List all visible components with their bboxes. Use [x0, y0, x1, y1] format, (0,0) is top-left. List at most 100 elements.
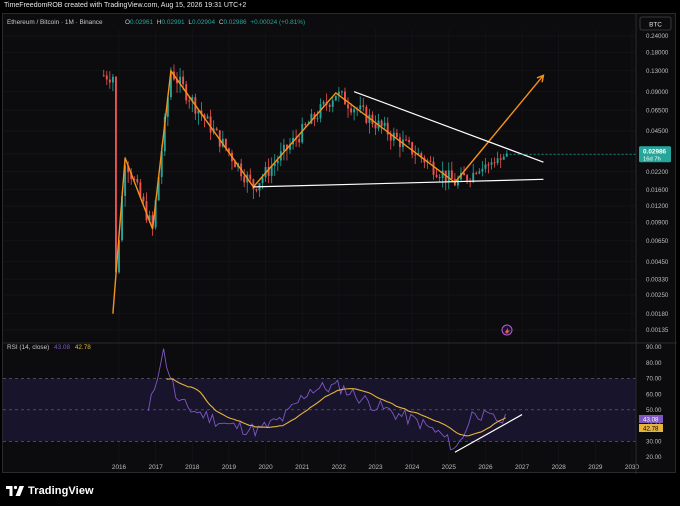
time-tick-label: 2029 [588, 464, 603, 471]
candle-body [298, 139, 301, 143]
candle-body [215, 128, 218, 131]
candle-body [331, 100, 334, 107]
header-attribution: TimeFreedomROB created with TradingView.… [4, 2, 247, 9]
symbol-name: Ethereum / Bitcoin · 1M · Binance [7, 19, 103, 26]
chart-canvas[interactable]: 0.24000 0.18000 0.13000 0.09000 0.06500 0.045… [3, 14, 677, 474]
candle-body [438, 177, 441, 179]
currency-button[interactable]: BTC [639, 16, 672, 31]
high-value: 0.02991 [162, 19, 186, 26]
price-tick-label: 0.06500 [646, 107, 669, 114]
time-tick-label: 2018 [185, 464, 200, 471]
price-tick-label: 0.01200 [646, 203, 669, 210]
tradingview-logo-icon [6, 485, 24, 496]
candle-body [304, 123, 307, 126]
candle-body [282, 144, 285, 152]
candle-body [493, 162, 496, 164]
candle-body [301, 123, 304, 143]
time-tick-label: 2016 [112, 464, 127, 471]
candle-body [359, 105, 362, 110]
candle-body [344, 91, 346, 105]
price-tick-label: 0.00900 [646, 220, 669, 227]
time-tick-label: 2023 [368, 464, 383, 471]
chart-panel[interactable]: 0.24000 0.18000 0.13000 0.09000 0.06500 0.045… [2, 13, 677, 474]
rsi-tag: 43.08 [643, 417, 659, 424]
candle-body [322, 101, 325, 105]
price-tick-label: 0.02200 [646, 169, 669, 176]
candle-body [243, 176, 246, 183]
candle-body [414, 154, 417, 156]
candle-body [114, 76, 117, 273]
candle-body [362, 105, 365, 107]
candle-body [316, 118, 319, 120]
candle-body [481, 168, 484, 172]
time-tick-label: 2025 [442, 464, 457, 471]
candle-body [429, 160, 432, 162]
candle-body [432, 161, 435, 175]
time-tick-label: 2020 [258, 464, 273, 471]
change-value: +0.00024 (+0.81%) [250, 19, 305, 26]
candle-body [102, 75, 105, 77]
time-tick-label: 2028 [552, 464, 567, 471]
chart-screenshot: TimeFreedomROB created with TradingView.… [0, 0, 680, 506]
time-tick-label: 2022 [332, 464, 347, 471]
rsi-tick-label: 90.00 [646, 344, 662, 351]
rsi-value: 43.08 [54, 344, 70, 351]
rsi-ma-tag: 42.78 [643, 426, 659, 433]
candle-body [261, 177, 264, 184]
rsi-tick-label: 70.00 [646, 376, 662, 383]
rsi-tick-label: 20.00 [646, 454, 662, 461]
price-tick-label: 0.09000 [646, 89, 669, 96]
price-tick-label: 0.00650 [646, 238, 669, 245]
candle-body [484, 164, 487, 169]
rsi-tick-label: 50.00 [646, 407, 662, 414]
price-tick-label: 0.00250 [646, 292, 669, 299]
candle-body [411, 142, 414, 155]
rsi-label: RSI (14, close) [7, 344, 49, 351]
price-tick-label: 0.24000 [646, 33, 669, 40]
candle-body [405, 139, 407, 141]
rsi-tick-label: 80.00 [646, 360, 662, 367]
candle-body [395, 132, 398, 138]
candle-body [142, 196, 145, 202]
candle-body [487, 164, 490, 166]
price-tick-label: 0.00330 [646, 276, 669, 283]
candle-body [499, 158, 502, 160]
candle-body [478, 171, 481, 174]
price-tick-label: 0.00180 [646, 311, 669, 318]
candle-body [111, 76, 114, 83]
drawings [112, 68, 636, 314]
time-tick-label: 2027 [515, 464, 530, 471]
current-price: 0.02986 [643, 148, 667, 155]
swing-path-line [112, 68, 544, 314]
candle-body [435, 174, 438, 178]
rsi-tick-label: 60.00 [646, 391, 662, 398]
price-tick-label: 0.13000 [646, 68, 669, 75]
candle-body [334, 95, 337, 101]
close-value: 0.02986 [223, 19, 247, 26]
svg-text:O0.02961 H0.02991: O0.02961 H0.02991 L0.02904 C0.02986 +0.0… [125, 19, 305, 26]
rsi-tick-label: 30.00 [646, 438, 662, 445]
price-tick-label: 0.00450 [646, 259, 669, 266]
price-tick-label: 0.18000 [646, 50, 669, 57]
candle-body [136, 178, 139, 183]
footer: TradingView [6, 484, 94, 498]
candle-body [105, 75, 108, 80]
candles [102, 64, 508, 278]
time-tick-label: 2024 [405, 464, 420, 471]
time-tick-label: 2021 [295, 464, 310, 471]
open-value: 0.02961 [130, 19, 154, 26]
candle-body [466, 175, 469, 181]
time-tick-label: 2019 [222, 464, 237, 471]
candle-body [347, 104, 349, 109]
candle-body [108, 79, 111, 83]
candle-body [502, 156, 505, 160]
candle-body [350, 108, 353, 113]
alert-icon[interactable] [501, 324, 513, 336]
time-tick-label: 2026 [478, 464, 493, 471]
candle-body [496, 158, 499, 164]
tradingview-logo-text: TradingView [28, 485, 94, 497]
candle-body [209, 116, 212, 133]
trendline-rising-support [253, 178, 544, 188]
candle-body [188, 100, 191, 102]
time-tick-label: 2030 [625, 464, 640, 471]
